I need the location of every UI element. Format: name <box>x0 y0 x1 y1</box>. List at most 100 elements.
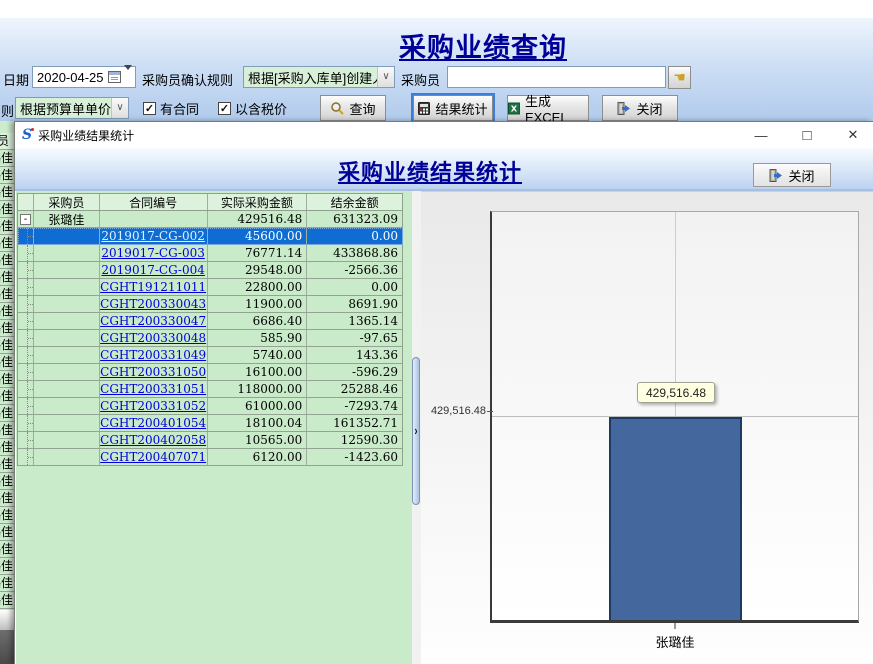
group-row[interactable]: - 张璐佳 429516.48 631323.09 <box>18 211 403 228</box>
dialog-titlebar[interactable]: S 采购业绩结果统计 — □ ✕ <box>15 122 873 148</box>
tree-indent <box>18 228 34 244</box>
table-row[interactable]: CGHT2004070716120.00-1423.60 <box>18 449 403 466</box>
contract-link[interactable]: CGHT200402058 <box>100 433 206 447</box>
buyer-label: 采购员 <box>401 70 440 89</box>
generate-excel-button[interactable]: X 生成EXCEL <box>507 95 589 121</box>
tree-indent <box>18 313 34 329</box>
contract-link[interactable]: CGHT200330048 <box>100 331 206 345</box>
strip-row: 璐佳 <box>0 439 14 456</box>
minimize-icon[interactable]: — <box>751 128 771 143</box>
strip-row: 璐佳 <box>0 592 14 609</box>
contract-link[interactable]: CGHT200331049 <box>100 348 206 362</box>
strip-row: 璐佳 <box>0 337 14 354</box>
background-grid-strip: 员璐佳璐佳璐佳璐佳璐佳璐佳璐佳璐佳璐佳璐佳璐佳璐佳璐佳璐佳璐佳璐佳璐佳璐佳璐佳璐… <box>0 121 14 664</box>
table-row[interactable]: CGHT20033105016100.00-596.29 <box>18 364 403 381</box>
balance-cell: -2566.36 <box>307 262 403 278</box>
strip-row: 璐佳 <box>0 405 14 422</box>
excel-icon: X <box>508 102 520 115</box>
strip-row: 璐佳 <box>0 524 14 541</box>
contract-link[interactable]: CGHT200331052 <box>100 399 206 413</box>
dialog-close-button[interactable]: 关闭 <box>753 163 831 187</box>
tree-line <box>27 279 33 295</box>
date-picker[interactable]: 2020-04-25 <box>32 66 136 88</box>
strip-row: 璐佳 <box>0 575 14 592</box>
table-row[interactable]: 2019017-CG-00376771.14433868.86 <box>18 245 403 262</box>
balance-cell: 0.00 <box>307 279 403 295</box>
contract-link[interactable]: CGHT200330043 <box>100 297 206 311</box>
dialog-body: 采购员 合同编号 实际采购金额 结余金额 - 张璐佳 429516.48 631… <box>15 191 873 664</box>
splitter-handle[interactable]: › <box>412 357 420 505</box>
door-exit-icon <box>769 169 783 182</box>
table-row[interactable]: CGHT20040105418100.04161352.71 <box>18 415 403 432</box>
maximize-icon[interactable]: □ <box>797 127 817 144</box>
buyer-cell: 张璐佳 <box>34 211 100 227</box>
table-row[interactable]: CGHT20033004311900.008691.90 <box>18 296 403 313</box>
table-row[interactable]: CGHT20033105261000.00-7293.74 <box>18 398 403 415</box>
contract-link[interactable]: CGHT191211011 <box>100 280 206 294</box>
table-row[interactable]: CGHT200330048585.90-97.65 <box>18 330 403 347</box>
contract-link[interactable]: 2019017-CG-004 <box>101 263 204 277</box>
balance-cell: -97.65 <box>307 330 403 346</box>
contract-link[interactable]: CGHT200331050 <box>100 365 206 379</box>
contract-link[interactable]: CGHT200330047 <box>100 314 206 328</box>
bar[interactable] <box>609 417 742 620</box>
tree-indent <box>18 381 34 397</box>
contract-link[interactable]: 2019017-CG-003 <box>101 246 204 260</box>
tree-line <box>27 330 33 346</box>
chevron-down-icon[interactable]: ∨ <box>377 67 394 87</box>
table-row[interactable]: CGHT19121101122800.000.00 <box>18 279 403 296</box>
table-row[interactable]: CGHT200331051118000.0025288.46 <box>18 381 403 398</box>
contract-link[interactable]: CGHT200331051 <box>100 382 206 396</box>
tree-indent <box>18 296 34 312</box>
table-row[interactable]: CGHT20040205810565.0012590.30 <box>18 432 403 449</box>
strip-row: 璐佳 <box>0 473 14 490</box>
tree-line <box>27 415 33 431</box>
y-tick-mark <box>487 411 493 412</box>
result-stats-label: 结果统计 <box>435 99 487 118</box>
dialog-titlebar-text: 采购业绩结果统计 <box>38 127 134 144</box>
x-tick-mark <box>674 623 676 629</box>
grid-header-contract: 合同编号 <box>100 194 208 210</box>
door-exit-icon <box>617 102 631 115</box>
close-query-button[interactable]: 关闭 <box>602 95 678 121</box>
table-row[interactable]: CGHT2003300476686.401365.14 <box>18 313 403 330</box>
strip-row: 璐佳 <box>0 269 14 286</box>
tax-included-checkbox[interactable]: ✓ 以含税价 <box>218 99 287 118</box>
collapse-icon[interactable]: - <box>20 214 31 225</box>
background-grid-rows: 员璐佳璐佳璐佳璐佳璐佳璐佳璐佳璐佳璐佳璐佳璐佳璐佳璐佳璐佳璐佳璐佳璐佳璐佳璐佳璐… <box>0 133 14 609</box>
strip-row: 璐佳 <box>0 303 14 320</box>
balance-cell: 631323.09 <box>307 211 403 227</box>
query-button[interactable]: 查询 <box>320 95 386 121</box>
tree-line <box>27 262 33 278</box>
table-row[interactable]: CGHT2003310495740.00143.36 <box>18 347 403 364</box>
query-button-label: 查询 <box>349 99 375 118</box>
calculator-icon <box>418 102 430 115</box>
dialog-title: 采购业绩结果统计 <box>273 155 587 187</box>
chevron-down-icon[interactable] <box>124 65 132 85</box>
strip-row: 璐佳 <box>0 150 14 167</box>
amount-cell: 16100.00 <box>208 364 308 380</box>
price-rule-select[interactable]: 根据预算单单价 ∨ <box>15 97 129 119</box>
contract-link[interactable]: CGHT200407071 <box>100 450 206 464</box>
close-icon[interactable]: ✕ <box>843 127 863 143</box>
tree-indent <box>18 347 34 363</box>
table-panel: 采购员 合同编号 实际采购金额 结余金额 - 张璐佳 429516.48 631… <box>16 191 412 664</box>
table-row[interactable]: 2019017-CG-00245600.000.00 <box>18 228 403 245</box>
buyer-lookup-button[interactable]: ☚ <box>668 66 691 89</box>
chart-panel: 429,516.48 429,516.48 张璐佳 <box>421 191 873 664</box>
buyer-input[interactable] <box>447 66 666 88</box>
calendar-icon <box>108 71 121 83</box>
chevron-down-icon[interactable]: ∨ <box>111 98 128 118</box>
table-row[interactable]: 2019017-CG-00429548.00-2566.36 <box>18 262 403 279</box>
contract-link[interactable]: 2019017-CG-002 <box>101 229 204 243</box>
contract-link[interactable]: CGHT200401054 <box>100 416 206 430</box>
balance-cell: -596.29 <box>307 364 403 380</box>
tree-indent <box>18 364 34 380</box>
tree-line <box>27 449 33 465</box>
has-contract-checkbox[interactable]: ✓ 有合同 <box>143 99 199 118</box>
tree-line <box>27 313 33 329</box>
result-stats-button[interactable]: 结果统计 <box>413 95 493 121</box>
grid-header-buyer: 采购员 <box>34 194 100 210</box>
strip-row: 璐佳 <box>0 541 14 558</box>
confirm-rule-select[interactable]: 根据[采购入库单]创建人 ∨ <box>243 66 395 88</box>
